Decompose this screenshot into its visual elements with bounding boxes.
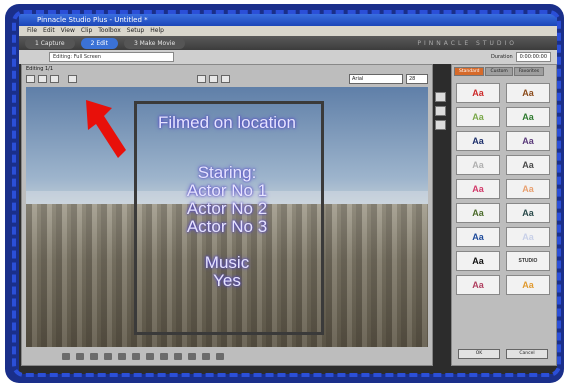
credit-line[interactable]: Actor No 1 xyxy=(26,181,428,201)
title-name-field[interactable]: Editing: Full Screen xyxy=(49,52,174,62)
rotate-tool-icon[interactable] xyxy=(118,352,126,360)
style-swatch[interactable]: STUDIO xyxy=(506,251,550,271)
mode-bar: 1 Capture 2 Edit 3 Make Movie PINNACLE S… xyxy=(19,36,557,50)
title-type-roll-button[interactable] xyxy=(38,75,47,83)
select-tool-icon[interactable] xyxy=(62,352,70,360)
text-layout-button[interactable] xyxy=(68,75,77,83)
menu-toolbox[interactable]: Toolbox xyxy=(98,26,121,36)
style-swatch[interactable]: Aa xyxy=(506,131,550,151)
style-swatch[interactable]: Aa xyxy=(506,275,550,295)
ok-button[interactable]: OK xyxy=(458,349,500,359)
justify-center-icon[interactable] xyxy=(188,352,196,360)
italic-button[interactable] xyxy=(208,75,218,83)
duration-label: Duration xyxy=(490,54,513,60)
red-arrow-icon xyxy=(86,100,126,158)
text-tool-icon[interactable] xyxy=(76,352,84,360)
style-swatch[interactable]: Aa xyxy=(456,179,500,199)
brand-logo: PINNACLE STUDIO xyxy=(417,39,517,47)
screenshot-frame: Pinnacle Studio Plus - Untitled * File E… xyxy=(5,4,564,383)
menu-bar: File Edit View Clip Toolbox Setup Help xyxy=(19,26,557,36)
ellipse-tool-icon[interactable] xyxy=(90,352,98,360)
credit-line[interactable]: Staring: xyxy=(26,163,428,183)
underline-button[interactable] xyxy=(220,75,230,83)
menu-view[interactable]: View xyxy=(61,26,75,36)
style-swatch[interactable]: Aa xyxy=(506,155,550,175)
tab-make-movie[interactable]: 3 Make Movie xyxy=(123,37,186,49)
layer-tool-icon[interactable] xyxy=(160,352,168,360)
style-swatch[interactable]: Aa xyxy=(456,227,500,247)
looks-browser-button[interactable] xyxy=(435,92,446,102)
rectangle-tool-icon[interactable] xyxy=(104,352,112,360)
style-swatch[interactable]: Aa xyxy=(456,251,500,271)
dialog-buttons: OK Cancel xyxy=(458,349,548,359)
group-tool-icon[interactable] xyxy=(146,352,154,360)
side-tool-buttons xyxy=(435,92,447,130)
style-swatch[interactable]: Aa xyxy=(456,203,500,223)
title-type-crawl-button[interactable] xyxy=(50,75,59,83)
tab-edit[interactable]: 2 Edit xyxy=(80,37,118,49)
style-swatch[interactable]: Aa xyxy=(456,107,500,127)
tab-standard[interactable]: Standard xyxy=(454,67,485,76)
style-swatch[interactable]: Aa xyxy=(506,179,550,199)
credit-line[interactable]: Yes xyxy=(26,271,428,291)
tab-custom[interactable]: Custom xyxy=(485,67,513,76)
justify-left-icon[interactable] xyxy=(174,352,182,360)
object-toolbar xyxy=(62,351,392,361)
duration-group: Duration 0:00:00:00 xyxy=(491,52,551,62)
cancel-button[interactable]: Cancel xyxy=(506,349,548,359)
editing-panel: Editing 1/1 Arial 28 Filmed on location … xyxy=(21,64,433,366)
align-tool-icon[interactable] xyxy=(132,352,140,360)
tab-capture[interactable]: 1 Capture xyxy=(25,37,75,49)
style-swatch[interactable]: Aa xyxy=(506,83,550,103)
justify-right-icon[interactable] xyxy=(202,352,210,360)
style-swatch[interactable]: Aa xyxy=(506,107,550,127)
title-editor-app: 1 Capture 2 Edit 3 Make Movie PINNACLE S… xyxy=(19,36,557,374)
menu-setup[interactable]: Setup xyxy=(127,26,144,36)
title-type-static-button[interactable] xyxy=(26,75,35,83)
backgrounds-button[interactable] xyxy=(435,106,446,116)
style-swatch-grid: Aa Aa Aa Aa Aa Aa Aa Aa Aa Aa Aa Aa Aa Aa Aa STUDIO Aa Aa xyxy=(456,83,552,295)
credit-line[interactable]: Actor No 2 xyxy=(26,199,428,219)
edit-toolbar: Arial 28 xyxy=(26,73,428,85)
tab-favorites[interactable]: Favorites xyxy=(513,67,545,76)
style-swatch[interactable]: Aa xyxy=(456,131,500,151)
menu-help[interactable]: Help xyxy=(150,26,164,36)
delete-icon[interactable] xyxy=(216,352,224,360)
title-options-row: Editing: Full Screen Duration 0:00:00:00 xyxy=(19,50,557,64)
style-swatch[interactable]: Aa xyxy=(456,275,500,295)
bold-button[interactable] xyxy=(196,75,206,83)
editing-label: Editing 1/1 xyxy=(26,66,54,72)
duration-field[interactable]: 0:00:00:00 xyxy=(515,52,551,62)
style-swatch[interactable]: Aa xyxy=(506,227,550,247)
style-presets-panel: Standard Custom Favorites Aa Aa Aa Aa Aa Aa Aa… xyxy=(451,64,557,366)
menu-file[interactable]: File xyxy=(27,26,37,36)
credit-line[interactable]: Actor No 3 xyxy=(26,217,428,237)
style-tabs: Standard Custom Favorites xyxy=(452,65,556,76)
credit-line[interactable]: Music xyxy=(26,253,428,273)
menu-clip[interactable]: Clip xyxy=(81,26,92,36)
menu-edit[interactable]: Edit xyxy=(43,26,55,36)
pictures-button[interactable] xyxy=(435,120,446,130)
style-swatch[interactable]: Aa xyxy=(506,203,550,223)
font-size-select[interactable]: 28 xyxy=(406,74,428,84)
style-swatch[interactable]: Aa xyxy=(456,83,500,103)
window-title-bar: Pinnacle Studio Plus - Untitled * xyxy=(19,14,557,26)
font-select[interactable]: Arial xyxy=(349,74,403,84)
style-swatch[interactable]: Aa xyxy=(456,155,500,175)
